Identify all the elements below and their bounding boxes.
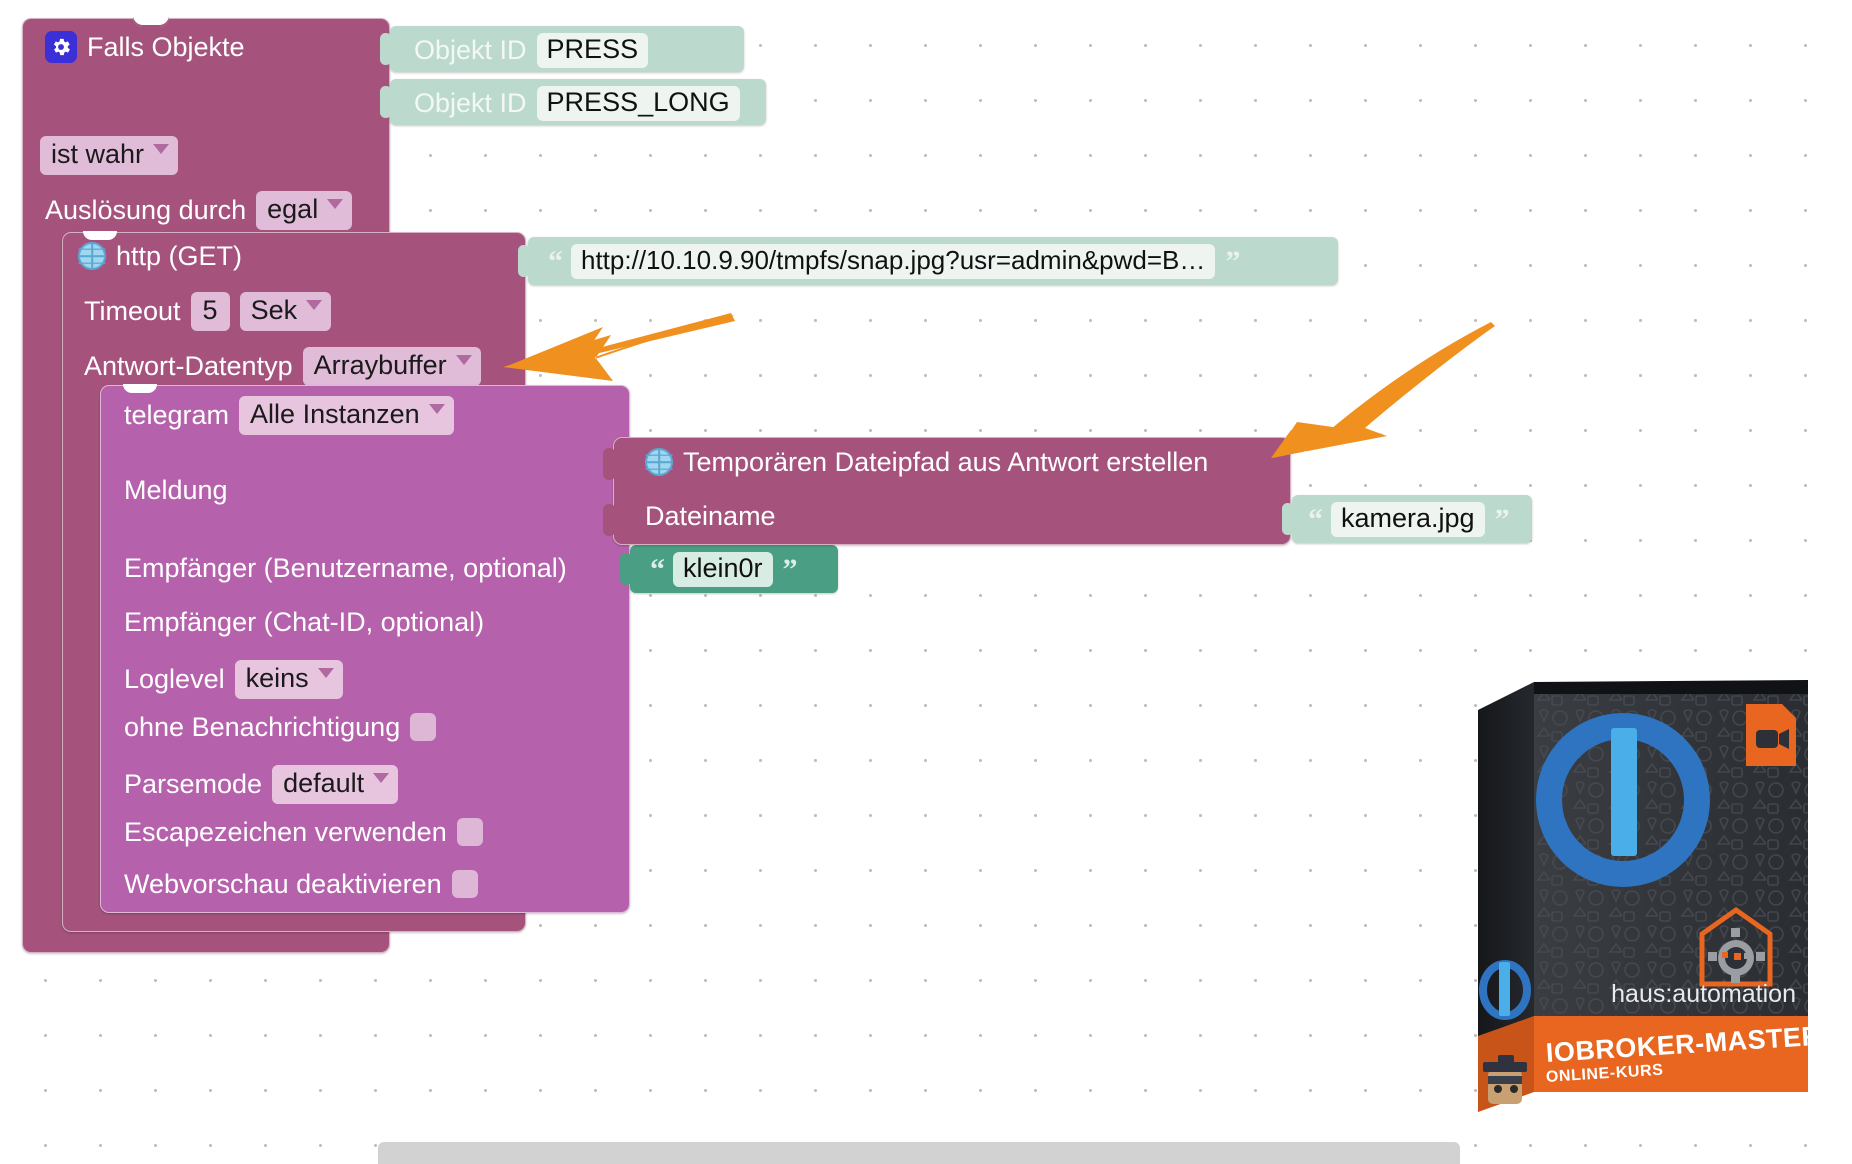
telegram-header-row[interactable]: telegram Alle Instanzen [124,396,454,435]
annotation-arrow-1 [503,313,735,381]
product-brand: haus:automation [1611,980,1796,1008]
response-datatype-row[interactable]: Antwort-Datentyp Arraybuffer [84,347,481,386]
timeout-unit-value: Sek [250,295,298,325]
timeout-row[interactable]: Timeout 5 Sek [84,292,332,331]
object-id-row-1[interactable]: Objekt ID PRESS [414,33,649,68]
timeout-input[interactable]: 5 [190,292,230,331]
telegram-recipient-chat-row[interactable]: Empfänger (Chat-ID, optional) [124,609,484,636]
timeout-label: Timeout [84,296,181,326]
temp-file-filename-row[interactable]: Dateiname [645,503,776,530]
temp-file-filename-label: Dateiname [645,501,776,531]
telegram-loglevel-value: keins [245,663,309,693]
http-get-title: http (GET) [116,240,243,271]
globe-icon [645,448,673,476]
telegram-silent-checkbox[interactable] [410,713,437,741]
telegram-loglevel-label: Loglevel [124,664,225,694]
object-id-row-2[interactable]: Objekt ID PRESS_LONG [414,86,740,121]
telegram-loglevel-row[interactable]: Loglevel keins [124,660,343,699]
quote-close-icon: ” [1225,244,1240,278]
chevron-down-icon [153,143,170,154]
quote-close-icon: ” [1494,502,1510,536]
object-id-label-1: Objekt ID [414,35,527,65]
telegram-escape-row[interactable]: Escapezeichen verwenden [124,818,483,846]
telegram-escape-checkbox[interactable] [456,818,483,846]
quote-open-icon: “ [650,552,665,586]
trigger-by-label: Auslösung durch [45,195,247,225]
condition-dropdown[interactable]: ist wahr [40,136,179,175]
quote-open-icon: “ [548,244,563,278]
telegram-silent-label: ohne Benachrichtigung [124,711,401,742]
chevron-down-icon [428,403,445,414]
recipient-username-row[interactable]: “ klein0r ” [650,552,798,587]
telegram-webpreview-checkbox[interactable] [451,870,478,898]
telegram-webpreview-row[interactable]: Webvorschau deaktivieren [124,870,478,898]
trigger-by-dropdown[interactable]: egal [256,191,353,230]
bottom-scroll-strip[interactable] [378,1142,1460,1164]
telegram-escape-label: Escapezeichen verwenden [124,816,447,847]
telegram-parsemode-value: default [283,768,365,798]
condition-dropdown-row[interactable]: ist wahr [40,136,179,175]
quote-open-icon: “ [1308,502,1323,536]
telegram-message-label: Meldung [124,475,228,505]
timeout-unit-dropdown[interactable]: Sek [239,292,332,331]
telegram-loglevel-dropdown[interactable]: keins [234,660,343,699]
globe-icon [78,242,106,270]
response-datatype-dropdown[interactable]: Arraybuffer [302,347,481,386]
chevron-down-icon [306,299,323,310]
condition-dropdown-label: ist wahr [51,139,145,169]
telegram-parsemode-dropdown[interactable]: default [272,765,399,804]
object-id-label-2: Objekt ID [414,88,527,118]
trigger-by-row[interactable]: Auslösung durch egal [45,191,353,230]
trigger-block-header[interactable]: Falls Objekte [45,31,245,63]
telegram-title: telegram [124,400,230,430]
chevron-down-icon [317,667,334,678]
telegram-parsemode-row[interactable]: Parsemode default [124,765,399,804]
trigger-block-title: Falls Objekte [87,31,245,62]
trigger-by-value: egal [267,194,319,224]
telegram-recipient-chat-label: Empfänger (Chat-ID, optional) [124,607,485,637]
temp-file-header-row[interactable]: Temporären Dateipfad aus Antwort erstell… [645,448,1208,476]
url-string-row[interactable]: “ http://10.10.9.90/tmpfs/snap.jpg?usr=a… [548,244,1240,279]
quote-close-icon: ” [782,552,798,586]
gear-icon[interactable] [45,31,77,63]
temp-file-title: Temporären Dateipfad aus Antwort erstell… [683,446,1209,477]
chevron-down-icon [373,772,390,783]
product-box-image: haus:automation IOBROKER-MASTER-KURS ONL… [1478,672,1852,1124]
filename-string-row[interactable]: “ kamera.jpg ” [1308,502,1510,537]
telegram-recipient-user-row[interactable]: Empfänger (Benutzername, optional) [124,555,567,582]
telegram-parsemode-label: Parsemode [124,769,263,799]
response-datatype-value: Arraybuffer [313,350,447,380]
chevron-down-icon [327,198,344,209]
annotation-arrow-2 [1271,322,1495,458]
telegram-silent-row[interactable]: ohne Benachrichtigung [124,711,437,742]
telegram-recipient-user-label: Empfänger (Benutzername, optional) [124,553,567,583]
blockly-workspace[interactable]: Falls Objekte Objekt ID PRESS Objekt ID … [0,0,1852,1164]
response-datatype-label: Antwort-Datentyp [84,351,293,381]
telegram-webpreview-label: Webvorschau deaktivieren [124,868,442,899]
chevron-down-icon [455,354,472,365]
telegram-instance-dropdown[interactable]: Alle Instanzen [239,396,454,435]
telegram-instance-value: Alle Instanzen [250,399,420,429]
object-id-value-1[interactable]: PRESS [536,33,649,68]
filename-value[interactable]: kamera.jpg [1331,502,1485,537]
recipient-username-value[interactable]: klein0r [673,552,773,587]
telegram-message-row[interactable]: Meldung [124,477,228,504]
object-id-value-2[interactable]: PRESS_LONG [536,86,740,121]
http-get-header[interactable]: http (GET) [78,242,242,270]
url-value[interactable]: http://10.10.9.90/tmpfs/snap.jpg?usr=adm… [571,244,1216,279]
